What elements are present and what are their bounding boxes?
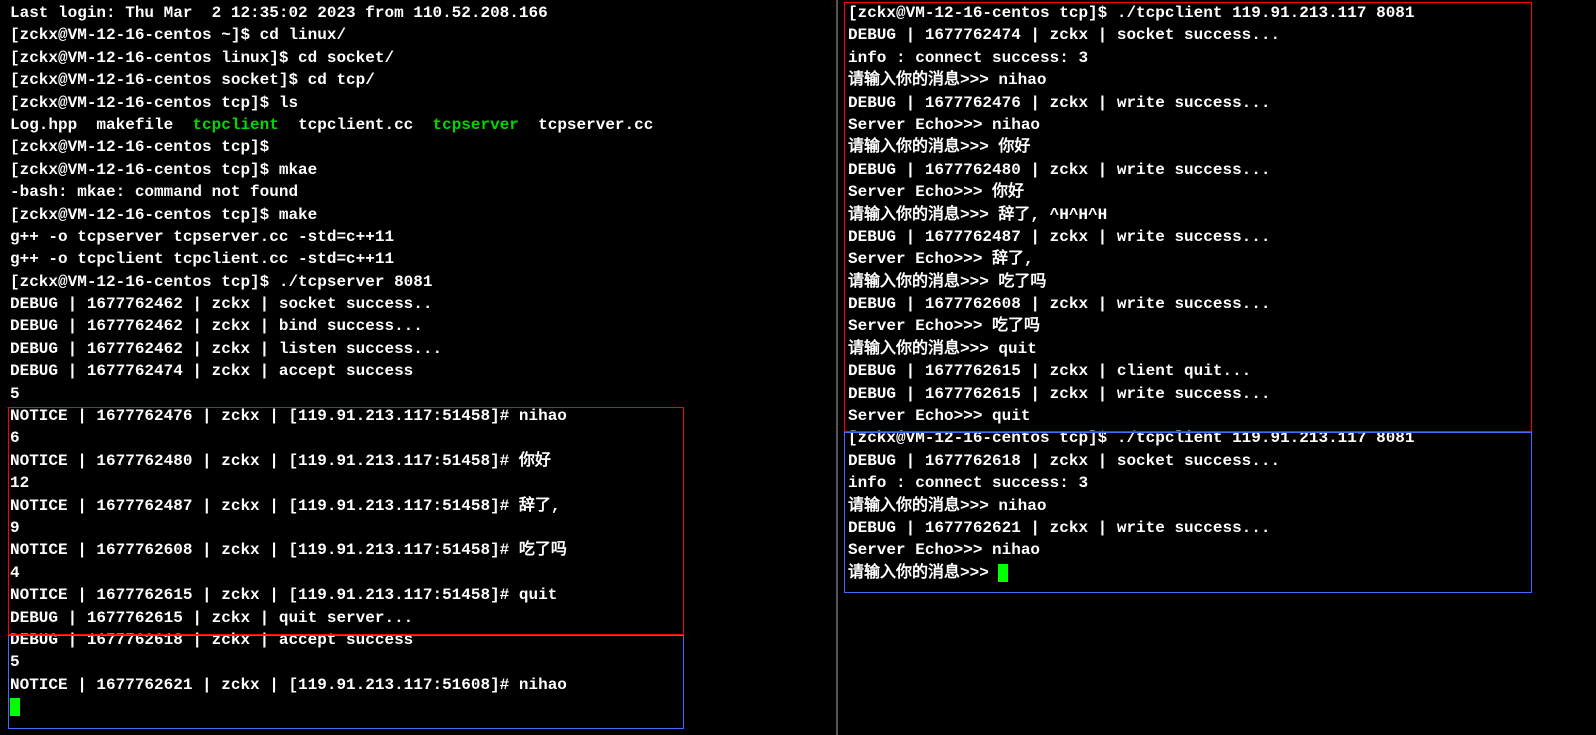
terminal-line: DEBUG | 1677762474 | zckx | socket succe… xyxy=(848,24,1592,46)
terminal-line: 请输入你的消息>>> 你好 xyxy=(848,136,1592,158)
terminal-line: DEBUG | 1677762618 | zckx | socket succe… xyxy=(848,450,1592,472)
executable-name: tcpclient xyxy=(192,116,278,134)
terminal-left-pane[interactable]: Last login: Thu Mar 2 12:35:02 2023 from… xyxy=(0,0,838,735)
terminal-line: DEBUG | 1677762462 | zckx | bind success… xyxy=(10,315,832,337)
terminal-line: [zckx@VM-12-16-centos ~]$ cd linux/ xyxy=(10,24,832,46)
terminal-line: NOTICE | 1677762615 | zckx | [119.91.213… xyxy=(10,584,832,606)
terminal-line: NOTICE | 1677762621 | zckx | [119.91.213… xyxy=(10,674,832,696)
terminal-line: 请输入你的消息>>> 吃了吗 xyxy=(848,271,1592,293)
terminal-line: 5 xyxy=(10,651,832,673)
terminal-line: DEBUG | 1677762615 | zckx | client quit.… xyxy=(848,360,1592,382)
terminal-line: 请输入你的消息>>> quit xyxy=(848,338,1592,360)
terminal-line: [zckx@VM-12-16-centos tcp]$ ./tcpclient … xyxy=(848,427,1592,449)
terminal-line: info : connect success: 3 xyxy=(848,47,1592,69)
terminal-line: g++ -o tcpserver tcpserver.cc -std=c++11 xyxy=(10,226,832,248)
terminal-line: [zckx@VM-12-16-centos tcp]$ ls xyxy=(10,92,832,114)
terminal-line: 9 xyxy=(10,517,832,539)
terminal-line: [zckx@VM-12-16-centos socket]$ cd tcp/ xyxy=(10,69,832,91)
terminal-line: DEBUG | 1677762618 | zckx | accept succe… xyxy=(10,629,832,651)
terminal-cursor-line[interactable] xyxy=(10,696,832,718)
terminal-line: [zckx@VM-12-16-centos tcp]$ ./tcpclient … xyxy=(848,2,1592,24)
terminal-line: Server Echo>>> quit xyxy=(848,405,1592,427)
terminal-line: Server Echo>>> 辞了, xyxy=(848,248,1592,270)
terminal-right-pane[interactable]: [zckx@VM-12-16-centos tcp]$ ./tcpclient … xyxy=(838,0,1596,735)
terminal-line: Server Echo>>> 你好 xyxy=(848,181,1592,203)
terminal-line: -bash: mkae: command not found xyxy=(10,181,832,203)
terminal-line: 12 xyxy=(10,472,832,494)
terminal-line: DEBUG | 1677762462 | zckx | socket succe… xyxy=(10,293,832,315)
terminal-line: DEBUG | 1677762476 | zckx | write succes… xyxy=(848,92,1592,114)
terminal-line: NOTICE | 1677762487 | zckx | [119.91.213… xyxy=(10,495,832,517)
terminal-line: Server Echo>>> nihao xyxy=(848,114,1592,136)
terminal-line: [zckx@VM-12-16-centos linux]$ cd socket/ xyxy=(10,47,832,69)
terminal-line: 4 xyxy=(10,562,832,584)
terminal-line: Server Echo>>> nihao xyxy=(848,539,1592,561)
executable-name: tcpserver xyxy=(432,116,518,134)
cursor-icon xyxy=(998,564,1008,582)
terminal-line: [zckx@VM-12-16-centos tcp]$ xyxy=(10,136,832,158)
terminal-line: Last login: Thu Mar 2 12:35:02 2023 from… xyxy=(10,2,832,24)
terminal-prompt-line[interactable]: 请输入你的消息>>> xyxy=(848,562,1592,584)
terminal-line: NOTICE | 1677762608 | zckx | [119.91.213… xyxy=(10,539,832,561)
terminal-line: NOTICE | 1677762480 | zckx | [119.91.213… xyxy=(10,450,832,472)
split-terminal: Last login: Thu Mar 2 12:35:02 2023 from… xyxy=(0,0,1596,735)
terminal-line: Server Echo>>> 吃了吗 xyxy=(848,315,1592,337)
terminal-line: DEBUG | 1677762480 | zckx | write succes… xyxy=(848,159,1592,181)
terminal-line: DEBUG | 1677762621 | zckx | write succes… xyxy=(848,517,1592,539)
terminal-line: [zckx@VM-12-16-centos tcp]$ ./tcpserver … xyxy=(10,271,832,293)
terminal-line: NOTICE | 1677762476 | zckx | [119.91.213… xyxy=(10,405,832,427)
terminal-line: 请输入你的消息>>> nihao xyxy=(848,495,1592,517)
terminal-line: info : connect success: 3 xyxy=(848,472,1592,494)
terminal-line: DEBUG | 1677762615 | zckx | write succes… xyxy=(848,383,1592,405)
terminal-line: [zckx@VM-12-16-centos tcp]$ mkae xyxy=(10,159,832,181)
terminal-line-ls: Log.hpp makefile tcpclient tcpclient.cc … xyxy=(10,114,832,136)
terminal-line: DEBUG | 1677762615 | zckx | quit server.… xyxy=(10,607,832,629)
terminal-line: 请输入你的消息>>> 辞了, ^H^H^H xyxy=(848,204,1592,226)
terminal-line: 5 xyxy=(10,383,832,405)
terminal-line: DEBUG | 1677762474 | zckx | accept succe… xyxy=(10,360,832,382)
terminal-line: 请输入你的消息>>> nihao xyxy=(848,69,1592,91)
terminal-line: [zckx@VM-12-16-centos tcp]$ make xyxy=(10,204,832,226)
terminal-line: DEBUG | 1677762608 | zckx | write succes… xyxy=(848,293,1592,315)
terminal-line: 6 xyxy=(10,427,832,449)
terminal-line: DEBUG | 1677762462 | zckx | listen succe… xyxy=(10,338,832,360)
terminal-line: DEBUG | 1677762487 | zckx | write succes… xyxy=(848,226,1592,248)
cursor-icon xyxy=(10,698,20,716)
terminal-line: g++ -o tcpclient tcpclient.cc -std=c++11 xyxy=(10,248,832,270)
